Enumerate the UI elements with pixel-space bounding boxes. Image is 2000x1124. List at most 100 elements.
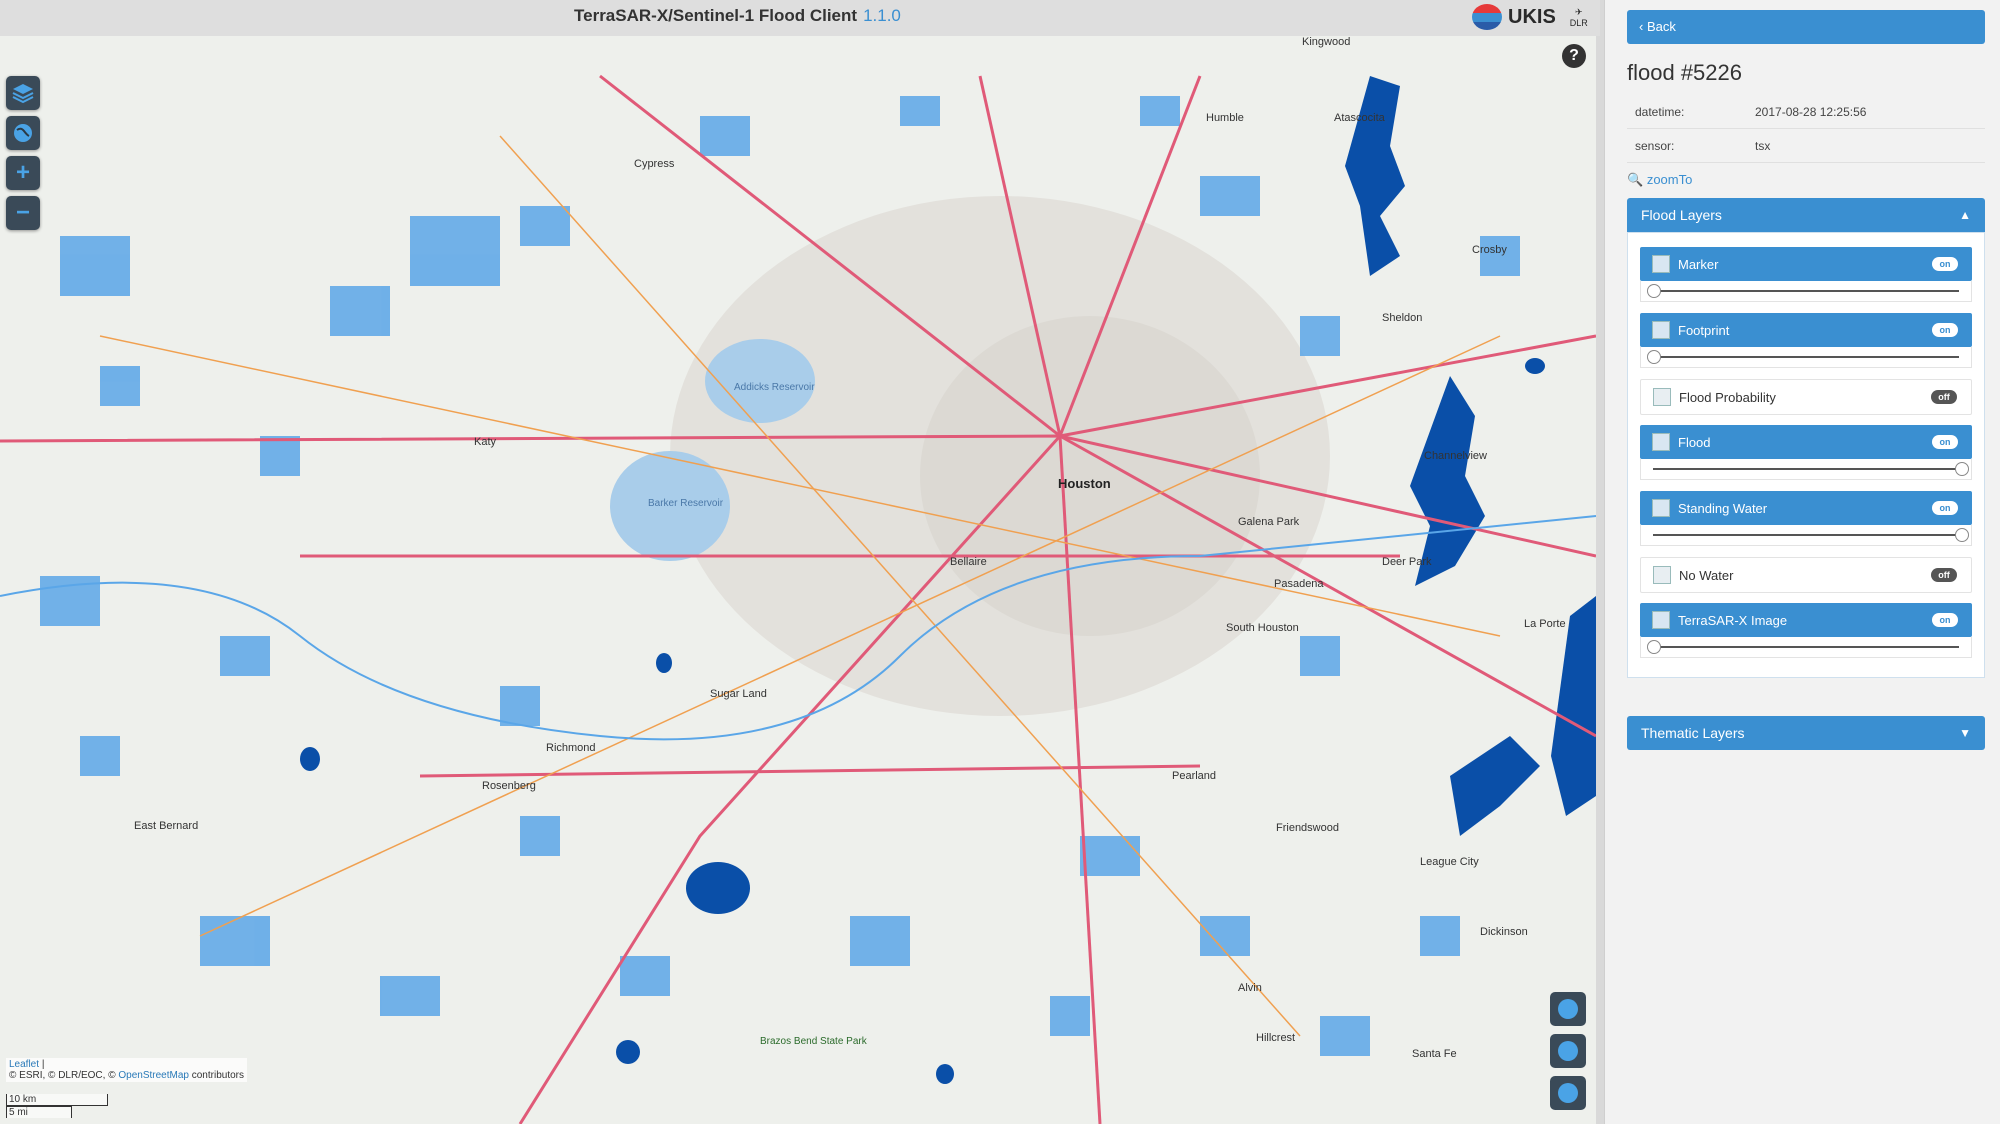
- app-version: 1.1.0: [863, 6, 901, 25]
- app-title: TerraSAR-X/Sentinel-1 Flood Client 1.1.0: [574, 6, 901, 25]
- datetime-value: 2017-08-28 12:25:56: [1755, 105, 1867, 119]
- slider-knob[interactable]: [1955, 528, 1969, 542]
- city-label-santa-fe: Santa Fe: [1412, 1048, 1457, 1060]
- back-button[interactable]: ‹ Back: [1627, 10, 1985, 44]
- layer-label: Marker: [1678, 256, 1719, 272]
- city-label-channelview: Channelview: [1424, 450, 1487, 462]
- map-basemap: [0, 74, 1596, 1124]
- map-view[interactable]: Houston Katy Cypress Humble Kingwood Ata…: [0, 36, 1596, 1124]
- basemap-button[interactable]: [6, 116, 40, 150]
- layer-row[interactable]: TerraSAR-X Image on: [1640, 603, 1972, 637]
- opacity-slider[interactable]: [1640, 347, 1972, 368]
- user-button[interactable]: [1550, 992, 1586, 1026]
- opacity-slider[interactable]: [1640, 281, 1972, 302]
- map-side-tools: [1550, 992, 1586, 1110]
- layer-thumbnail-icon: [1652, 433, 1670, 451]
- scale-km: 10 km: [6, 1094, 108, 1106]
- layer-item: TerraSAR-X Image on: [1640, 603, 1972, 658]
- city-label-houston: Houston: [1058, 476, 1111, 491]
- scale-bar: 10 km 5 mi: [6, 1094, 108, 1118]
- chevron-down-icon: ▼: [1959, 726, 1971, 740]
- dlr-logo: ✈ DLR: [1569, 6, 1588, 28]
- minus-icon: −: [15, 199, 30, 226]
- park-label-brazos-bend: Brazos Bend State Park: [760, 1036, 867, 1047]
- zoomto-link[interactable]: 🔍 zoomTo: [1627, 172, 1692, 188]
- layer-thumbnail-icon: [1652, 255, 1670, 273]
- sensor-value: tsx: [1755, 139, 1771, 153]
- slider-knob[interactable]: [1955, 462, 1969, 476]
- thematic-layers-header[interactable]: Thematic Layers ▼: [1627, 716, 1985, 750]
- layer-toggle[interactable]: on: [1932, 613, 1958, 627]
- search-icon: 🔍: [1627, 172, 1644, 187]
- user-icon: [1558, 999, 1578, 1019]
- layer-item: Flood on: [1640, 425, 1972, 480]
- city-label-sugar-land: Sugar Land: [710, 688, 767, 700]
- zoom-out-button[interactable]: −: [6, 196, 40, 230]
- layer-thumbnail-icon: [1653, 388, 1671, 406]
- info-button[interactable]: [1550, 1034, 1586, 1068]
- city-label-sheldon: Sheldon: [1382, 312, 1423, 324]
- plus-icon: +: [15, 159, 30, 186]
- visibility-button[interactable]: [1550, 1076, 1586, 1110]
- layer-thumbnail-icon: [1652, 611, 1670, 629]
- openstreetmap-link[interactable]: OpenStreetMap: [118, 1070, 189, 1081]
- slider-knob[interactable]: [1647, 640, 1661, 654]
- city-label-katy: Katy: [474, 436, 497, 448]
- layer-row[interactable]: Marker on: [1640, 247, 1972, 281]
- map-attribution: Leaflet | © ESRI, © DLR/EOC, © OpenStree…: [6, 1058, 247, 1082]
- datetime-row: datetime: 2017-08-28 12:25:56: [1627, 96, 1985, 129]
- layer-toggle[interactable]: on: [1932, 323, 1958, 337]
- layer-item: Flood Probability off: [1640, 379, 1972, 415]
- slider-track: [1653, 468, 1959, 470]
- leaflet-link[interactable]: Leaflet: [9, 1059, 39, 1070]
- opacity-slider[interactable]: [1640, 459, 1972, 480]
- city-label-pasadena: Pasadena: [1274, 578, 1324, 590]
- city-label-deer-park: Deer Park: [1382, 556, 1432, 568]
- layer-toggle[interactable]: on: [1932, 257, 1958, 271]
- layer-toggle[interactable]: off: [1931, 390, 1957, 404]
- layer-row[interactable]: Flood on: [1640, 425, 1972, 459]
- help-button[interactable]: ?: [1562, 44, 1586, 68]
- layer-row[interactable]: Flood Probability off: [1640, 379, 1972, 415]
- map-toolbar: + −: [6, 76, 40, 230]
- city-label-cypress: Cypress: [634, 158, 675, 170]
- slider-knob[interactable]: [1647, 284, 1661, 298]
- scale-mi: 5 mi: [6, 1106, 72, 1118]
- layer-row[interactable]: Footprint on: [1640, 313, 1972, 347]
- flood-layers-header[interactable]: Flood Layers ▲: [1627, 198, 1985, 232]
- globe-logo-icon: [1472, 4, 1502, 30]
- reservoir-label-barker: Barker Reservoir: [648, 498, 724, 509]
- city-label-hillcrest: Hillcrest: [1256, 1032, 1296, 1044]
- eye-icon: [1558, 1083, 1578, 1103]
- slider-track: [1653, 290, 1959, 292]
- layers-button[interactable]: [6, 76, 40, 110]
- opacity-slider[interactable]: [1640, 637, 1972, 658]
- opacity-slider[interactable]: [1640, 525, 1972, 546]
- slider-knob[interactable]: [1647, 350, 1661, 364]
- layer-toggle[interactable]: off: [1931, 568, 1957, 582]
- sensor-label: sensor:: [1635, 139, 1675, 153]
- slider-track: [1653, 534, 1959, 536]
- layer-toggle[interactable]: on: [1932, 501, 1958, 515]
- layer-label: Footprint: [1678, 322, 1730, 338]
- layer-thumbnail-icon: [1653, 566, 1671, 584]
- layer-item: No Water off: [1640, 557, 1972, 593]
- city-label-kingwood: Kingwood: [1302, 36, 1351, 48]
- datetime-label: datetime:: [1635, 105, 1685, 119]
- reservoir-label-addicks: Addicks Reservoir: [734, 382, 815, 393]
- city-label-pearland: Pearland: [1172, 770, 1217, 782]
- zoom-in-button[interactable]: +: [6, 156, 40, 190]
- layer-row[interactable]: No Water off: [1640, 557, 1972, 593]
- layer-row[interactable]: Standing Water on: [1640, 491, 1972, 525]
- layer-label: No Water: [1679, 567, 1734, 583]
- title-bar: TerraSAR-X/Sentinel-1 Flood Client 1.1.0 …: [0, 0, 1600, 36]
- layer-item: Standing Water on: [1640, 491, 1972, 546]
- layer-toggle[interactable]: on: [1932, 435, 1958, 449]
- city-label-dickinson: Dickinson: [1480, 926, 1528, 938]
- flood-layers-panel: Marker on Footprint on Flood Probability off F…: [1627, 232, 1985, 678]
- sidebar: ‹ Back flood #5226 datetime: 2017-08-28 …: [1604, 0, 2000, 1124]
- chevron-left-icon: ‹: [1639, 19, 1647, 34]
- city-label-humble: Humble: [1206, 112, 1244, 124]
- city-label-la-porte: La Porte: [1524, 618, 1566, 630]
- layer-item: Marker on: [1640, 247, 1972, 302]
